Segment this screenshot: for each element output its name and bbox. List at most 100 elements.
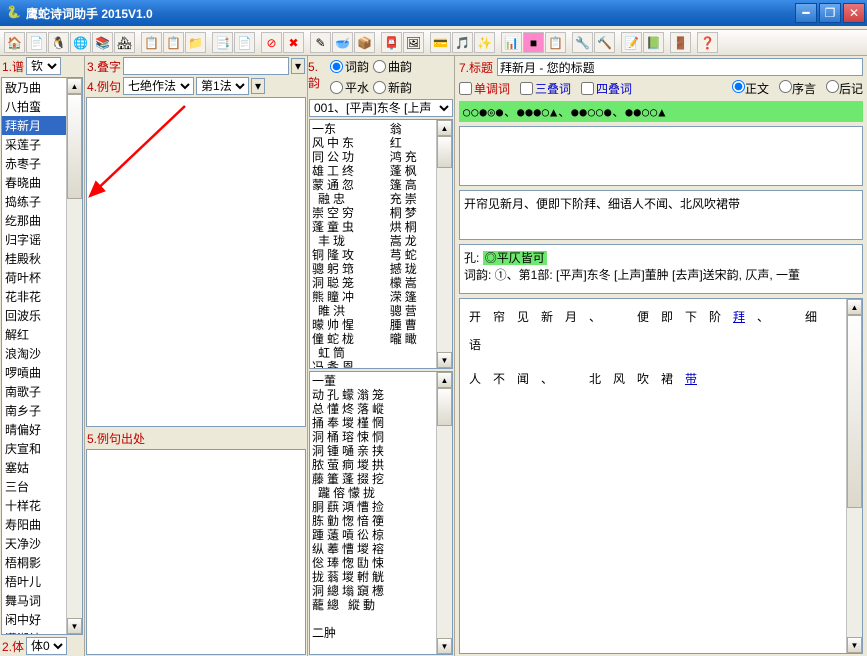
pattern-space[interactable] [459, 126, 863, 186]
page-icon[interactable]: 📄 [234, 32, 255, 53]
check-sandie[interactable]: 三叠词 [520, 80, 571, 97]
scrollbar-rhyme1[interactable]: ▲ ▼ [436, 120, 452, 368]
list-item[interactable]: 啰嗊曲 [2, 363, 66, 382]
bowl-icon[interactable]: 🥣 [332, 32, 353, 53]
list-item[interactable]: 南歌子 [2, 382, 66, 401]
radio-ciyun[interactable]: 词韵 [330, 58, 369, 75]
scroll-up-icon[interactable]: ▲ [437, 372, 452, 388]
list-item[interactable]: 桂殿秋 [2, 249, 66, 268]
list-item[interactable]: 解红 [2, 325, 66, 344]
scrollbar-rhyme2[interactable]: ▲ ▼ [436, 372, 452, 654]
scroll-up-icon[interactable]: ▲ [67, 78, 82, 94]
radio-xuyan[interactable]: 序言 [779, 80, 816, 97]
pen-icon[interactable]: ✎ [310, 32, 331, 53]
list-item[interactable]: 南乡子 [2, 401, 66, 420]
card-icon[interactable]: 💳 [430, 32, 451, 53]
note-icon[interactable]: 📝 [621, 32, 642, 53]
folder-icon[interactable]: 📁 [185, 32, 206, 53]
select-method2[interactable]: 第1法 [196, 77, 249, 95]
reject-icon[interactable]: ⊘ [261, 32, 282, 53]
char-cell[interactable]: 拜 [730, 305, 748, 327]
select-pu[interactable]: 钦 [26, 57, 61, 75]
house-icon[interactable]: 🏘 [114, 32, 135, 53]
dropdown-icon[interactable]: ▾ [291, 58, 305, 74]
list-item[interactable]: 三台 [2, 477, 66, 496]
help-icon[interactable]: ❓ [697, 32, 718, 53]
scroll-down-icon[interactable]: ▼ [67, 618, 82, 634]
rhyme-text-1[interactable]: 一东 风 中 东 同 公 功 雄 工 终 蒙 通 忽 融 忠 崇 空 穷 蓬 童… [310, 120, 388, 368]
doc2-icon[interactable]: 📋 [163, 32, 184, 53]
list-item[interactable]: 天净沙 [2, 534, 66, 553]
books-icon[interactable]: 📚 [92, 32, 113, 53]
check-dandiao[interactable]: 单调词 [459, 80, 510, 97]
scrollbar-pu[interactable]: ▲ ▼ [66, 78, 82, 634]
list-item[interactable]: 梧桐影 [2, 553, 66, 572]
radio-xinyun[interactable]: 新韵 [373, 79, 412, 96]
list-item[interactable]: 浪淘沙 [2, 344, 66, 363]
scroll-up-icon[interactable]: ▲ [437, 120, 452, 136]
list-item[interactable]: 捣练子 [2, 192, 66, 211]
rhyme-text-1b[interactable]: 翁 红 鸿 充 蓬 枫 篷 高 充 崇 桐 梦 烘 桐 嵩 龙 芎 蛇 撼 珑 … [388, 120, 436, 368]
maximize-button[interactable]: ❐ [819, 3, 841, 23]
radio-pingshui[interactable]: 平水 [330, 79, 369, 96]
penguin-icon[interactable]: 🐧 [48, 32, 69, 53]
pic-icon[interactable]: 🖼 [403, 32, 424, 53]
box-icon[interactable]: 📦 [354, 32, 375, 53]
book-icon[interactable]: 📗 [643, 32, 664, 53]
stamp-icon[interactable]: 📮 [381, 32, 402, 53]
rhyme-text-2[interactable]: 一董 动 孔 蠓 滃 笼 总 懂 炵 落 嵷 捅 奉 堫 槿 惘 洞 桶 瑢 悚… [310, 372, 436, 654]
doc1-icon[interactable]: 📋 [141, 32, 162, 53]
radio-zhengwen[interactable]: 正文 [732, 80, 769, 97]
list-item[interactable]: 十样花 [2, 496, 66, 515]
list-item[interactable]: 庆宣和 [2, 439, 66, 458]
list-item[interactable]: 敔乃曲 [2, 78, 66, 97]
scroll-down-icon[interactable]: ▼ [847, 637, 862, 653]
list-item[interactable]: 春晓曲 [2, 173, 66, 192]
poem-line[interactable]: 开帘见新月、便即下阶拜、细语人不闻、北风吹裙带 [459, 190, 863, 240]
list-item[interactable]: 拜新月 [2, 116, 66, 135]
list-item[interactable]: 纥那曲 [2, 211, 66, 230]
char-grid[interactable]: 开帘见新月、便即下阶拜、细语 人不闻、北风吹裙带 [460, 299, 846, 653]
scroll-down-icon[interactable]: ▼ [437, 352, 452, 368]
list-item[interactable]: 荷叶杯 [2, 268, 66, 287]
list-item[interactable]: 花非花 [2, 287, 66, 306]
close-button[interactable]: ✕ [843, 3, 865, 23]
pink-icon[interactable]: ■ [523, 32, 544, 53]
new-icon[interactable]: 📄 [26, 32, 47, 53]
music-icon[interactable]: 🎵 [452, 32, 473, 53]
list-item[interactable]: 采莲子 [2, 135, 66, 154]
chart-icon[interactable]: 📊 [501, 32, 522, 53]
delete-icon[interactable]: ✖ [283, 32, 304, 53]
select-rhyme-set[interactable]: 001、[平声]东冬 [上声 [309, 99, 453, 117]
input-diezi[interactable] [123, 57, 289, 75]
select-ti[interactable]: 体0 [26, 637, 67, 655]
check-sidie[interactable]: 四叠词 [581, 80, 632, 97]
scroll-down-icon[interactable]: ▼ [437, 638, 452, 654]
list-item[interactable]: 赤枣子 [2, 154, 66, 173]
dropdown2-icon[interactable]: ▾ [251, 78, 265, 94]
list-item[interactable]: 塞姑 [2, 458, 66, 477]
list-icon[interactable]: 📋 [545, 32, 566, 53]
globe-icon[interactable]: 🌐 [70, 32, 91, 53]
door-icon[interactable]: 🚪 [670, 32, 691, 53]
wand-icon[interactable]: ✨ [474, 32, 495, 53]
home-icon[interactable]: 🏠 [4, 32, 25, 53]
source-body[interactable] [87, 450, 305, 654]
hammer-icon[interactable]: 🔨 [594, 32, 615, 53]
title-input[interactable] [497, 58, 863, 76]
list-item[interactable]: 晴偏好 [2, 420, 66, 439]
scroll-up-icon[interactable]: ▲ [847, 299, 862, 315]
minimize-button[interactable]: ━ [795, 3, 817, 23]
copy-icon[interactable]: 📑 [212, 32, 233, 53]
list-item[interactable]: 潇湘神 [2, 629, 66, 634]
list-item[interactable]: 梧叶儿 [2, 572, 66, 591]
list-item[interactable]: 回波乐 [2, 306, 66, 325]
radio-houji[interactable]: 后记 [826, 80, 863, 97]
select-method1[interactable]: 七绝作法 [123, 77, 194, 95]
radio-quyun[interactable]: 曲韵 [373, 58, 412, 75]
listbox-pu[interactable]: 敔乃曲八拍蛮拜新月采莲子赤枣子春晓曲捣练子纥那曲归字谣桂殿秋荷叶杯花非花回波乐解… [2, 78, 66, 634]
list-item[interactable]: 闲中好 [2, 610, 66, 629]
list-item[interactable]: 寿阳曲 [2, 515, 66, 534]
tools-icon[interactable]: 🔧 [572, 32, 593, 53]
char-cell[interactable]: 带 [682, 367, 700, 389]
